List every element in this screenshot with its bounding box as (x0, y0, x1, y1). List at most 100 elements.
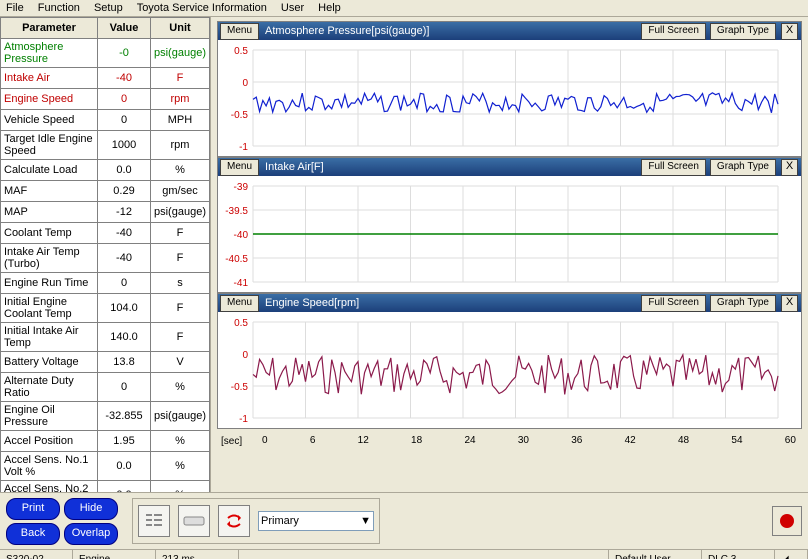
param-value: 140.0 (98, 323, 151, 352)
param-unit: gm/sec (151, 181, 210, 202)
table-row[interactable]: Calculate Load0.0% (1, 160, 210, 181)
table-row[interactable]: Intake Air Temp (Turbo)-40F (1, 244, 210, 273)
param-name: Initial Engine Coolant Temp (1, 294, 98, 323)
param-unit: F (151, 323, 210, 352)
primary-dropdown[interactable]: Primary▼ (258, 511, 374, 531)
menu-help[interactable]: Help (318, 2, 341, 14)
graph-Atmosphere Pressure[psi(gauge)]: Menu Atmosphere Pressure[psi(gauge)] Ful… (217, 21, 802, 157)
param-unit: MPH (151, 110, 210, 131)
table-row[interactable]: Intake Air-40F (1, 68, 210, 89)
parameter-panel: Parameter Value Unit Atmosphere Pressure… (0, 17, 211, 492)
param-name: Coolant Temp (1, 223, 98, 244)
svg-text:-40: -40 (234, 230, 249, 241)
param-name: Accel Sens. No.1 Volt % (1, 452, 98, 481)
status-resize-icon: ◢ (775, 550, 808, 559)
table-row[interactable]: Atmosphere Pressure-0psi(gauge) (1, 39, 210, 68)
graph-type-button[interactable]: Graph Type (710, 23, 776, 40)
svg-text:-39: -39 (234, 182, 249, 193)
menu-file[interactable]: File (6, 2, 24, 14)
param-name: Engine Speed (1, 89, 98, 110)
param-value: 0.0 (98, 160, 151, 181)
param-value: 0.0 (98, 481, 151, 493)
param-value: 104.0 (98, 294, 151, 323)
menu-setup[interactable]: Setup (94, 2, 123, 14)
record-button[interactable] (772, 506, 802, 536)
status-user: Default User (609, 550, 702, 559)
status-system: Engine (73, 550, 156, 559)
param-name: Initial Intake Air Temp (1, 323, 98, 352)
svg-text:-1: -1 (239, 142, 248, 153)
table-row[interactable]: Accel Sens. No.2 Volt %0.0% (1, 481, 210, 493)
param-name: Alternate Duty Ratio (1, 373, 98, 402)
param-name: Target Idle Engine Speed (1, 131, 98, 160)
menu-toyota-service-information[interactable]: Toyota Service Information (137, 2, 267, 14)
table-row[interactable]: Alternate Duty Ratio0% (1, 373, 210, 402)
param-unit: % (151, 452, 210, 481)
svg-text:-0.5: -0.5 (231, 382, 249, 393)
table-row[interactable]: Accel Position1.95% (1, 431, 210, 452)
tool-group: Primary▼ (132, 498, 380, 544)
x-tick: 24 (464, 435, 475, 446)
close-icon[interactable]: X (781, 159, 798, 176)
param-value: 0 (98, 273, 151, 294)
menu-user[interactable]: User (281, 2, 304, 14)
param-name: Engine Oil Pressure (1, 402, 98, 431)
param-name: Calculate Load (1, 160, 98, 181)
sync-icon[interactable] (218, 505, 250, 537)
hide-button[interactable]: Hide (64, 498, 118, 520)
graph-type-button[interactable]: Graph Type (710, 295, 776, 312)
param-value: 13.8 (98, 352, 151, 373)
x-tick: 48 (678, 435, 689, 446)
param-value: 0 (98, 373, 151, 402)
graph-type-button[interactable]: Graph Type (710, 159, 776, 176)
fullscreen-button[interactable]: Full Screen (641, 159, 706, 176)
plot-area[interactable]: 0.50-0.5-1 (218, 312, 801, 428)
x-axis-label: [sec] (217, 436, 256, 447)
table-row[interactable]: Battery Voltage13.8V (1, 352, 210, 373)
print-button[interactable]: Print (6, 498, 60, 520)
table-row[interactable]: Engine Speed0rpm (1, 89, 210, 110)
x-tick: 0 (262, 435, 268, 446)
graph-menu-button[interactable]: Menu (220, 159, 259, 176)
param-unit: % (151, 160, 210, 181)
graph-menu-button[interactable]: Menu (220, 295, 259, 312)
param-unit: F (151, 68, 210, 89)
close-icon[interactable]: X (781, 23, 798, 40)
close-icon[interactable]: X (781, 295, 798, 312)
graph-menu-button[interactable]: Menu (220, 23, 259, 40)
graph-title: Atmosphere Pressure[psi(gauge)] (265, 25, 639, 37)
param-value: 0.0 (98, 452, 151, 481)
table-row[interactable]: Vehicle Speed0MPH (1, 110, 210, 131)
col-unit: Unit (151, 18, 210, 39)
svg-text:-1: -1 (239, 414, 248, 425)
table-row[interactable]: Initial Engine Coolant Temp104.0F (1, 294, 210, 323)
plot-area[interactable]: 0.50-0.5-1 (218, 40, 801, 156)
plot-area[interactable]: -39-39.5-40-40.5-41 (218, 176, 801, 292)
table-row[interactable]: Coolant Temp-40F (1, 223, 210, 244)
param-unit: % (151, 373, 210, 402)
status-bar: S320-02 Engine 213 ms Default User DLC 3… (0, 549, 808, 559)
graph-Intake Air[F]: Menu Intake Air[F] Full Screen Graph Typ… (217, 157, 802, 293)
table-row[interactable]: Initial Intake Air Temp140.0F (1, 323, 210, 352)
status-latency: 213 ms (156, 550, 239, 559)
svg-text:0: 0 (242, 78, 248, 89)
table-row[interactable]: Target Idle Engine Speed1000rpm (1, 131, 210, 160)
overlap-button[interactable]: Overlap (64, 523, 118, 545)
table-row[interactable]: Engine Oil Pressure-32.855psi(gauge) (1, 402, 210, 431)
table-row[interactable]: MAP-12psi(gauge) (1, 202, 210, 223)
svg-text:0.5: 0.5 (234, 46, 248, 57)
menubar[interactable]: File Function Setup Toyota Service Informat… (0, 0, 808, 17)
back-button[interactable]: Back (6, 523, 60, 545)
fullscreen-button[interactable]: Full Screen (641, 23, 706, 40)
param-value: -40 (98, 68, 151, 89)
svg-text:0: 0 (242, 350, 248, 361)
table-row[interactable]: Accel Sens. No.1 Volt %0.0% (1, 452, 210, 481)
connector-icon[interactable] (178, 505, 210, 537)
menu-function[interactable]: Function (38, 2, 80, 14)
table-row[interactable]: Engine Run Time0s (1, 273, 210, 294)
list-icon[interactable] (138, 505, 170, 537)
graph-title: Intake Air[F] (265, 161, 639, 173)
table-row[interactable]: MAF0.29gm/sec (1, 181, 210, 202)
fullscreen-button[interactable]: Full Screen (641, 295, 706, 312)
param-unit: s (151, 273, 210, 294)
